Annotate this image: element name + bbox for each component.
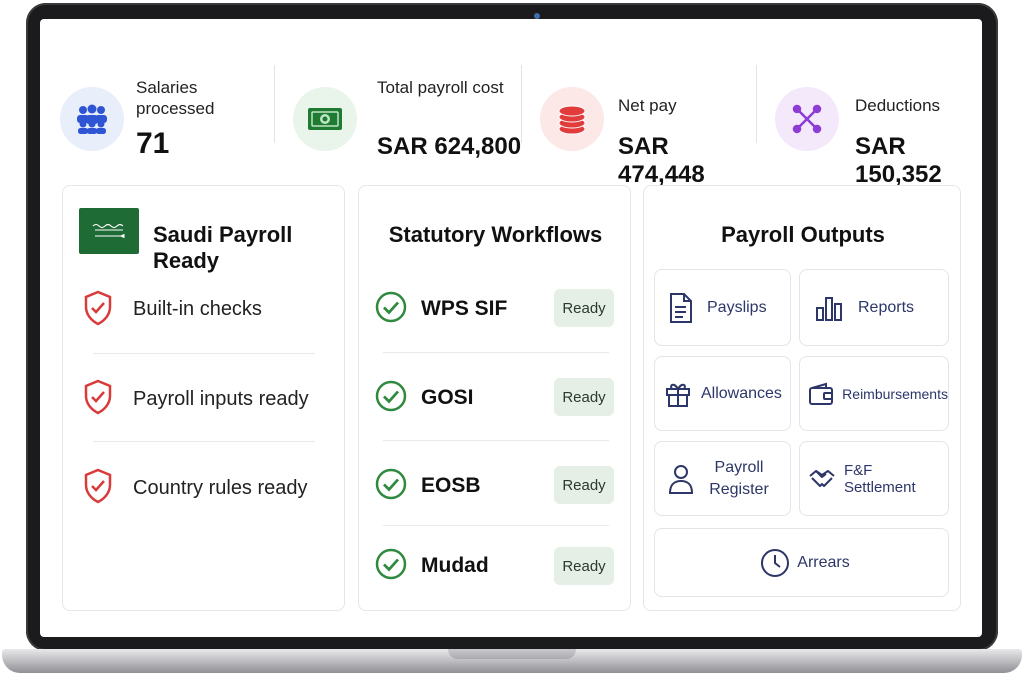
stat-label: Total payroll cost: [377, 78, 504, 97]
bar-chart-icon: [800, 294, 858, 322]
payroll-outputs-card: Payroll Outputs Payslips Reports Allowan…: [643, 185, 961, 611]
check-item-label: Built-in checks: [133, 298, 262, 320]
shield-check-icon: [83, 379, 113, 420]
card-title: Payroll Outputs: [721, 222, 885, 247]
network-icon: [775, 87, 839, 151]
status-badge: Ready: [554, 289, 614, 327]
check-circle-icon: [375, 548, 407, 585]
status-badge: Ready: [554, 378, 614, 416]
person-icon: [655, 463, 707, 495]
shield-check-icon: [83, 290, 113, 331]
divider: [383, 352, 609, 353]
dashboard-screen: Salaries processed 71 Total payroll cost…: [40, 19, 982, 637]
tile-label: F&F Settlement: [843, 461, 916, 496]
saudi-payroll-card: Saudi Payroll Ready Built-in checks Payr…: [62, 185, 345, 611]
ff-settlement-tile[interactable]: F&F Settlement: [799, 441, 949, 516]
document-icon: [655, 292, 707, 324]
workflow-name: EOSB: [421, 474, 481, 497]
coins-icon: [540, 87, 604, 151]
tile-label: Payslips: [707, 298, 767, 316]
saudi-flag-icon: [79, 208, 139, 254]
clock-icon: [753, 548, 797, 578]
stat-value: SAR 150,352: [855, 133, 942, 188]
status-badge: Ready: [554, 466, 614, 504]
payslips-tile[interactable]: Payslips: [654, 269, 791, 346]
stat-label: Deductions: [855, 96, 941, 115]
shield-check-icon: [83, 468, 113, 509]
tile-label: Reimbursements: [842, 385, 948, 402]
people-icon: [60, 87, 124, 151]
reports-tile[interactable]: Reports: [799, 269, 949, 346]
stat-deductions: Deductions SAR 150,352: [775, 67, 975, 188]
check-circle-icon: [375, 291, 407, 328]
divider: [93, 353, 315, 354]
check-circle-icon: [375, 380, 407, 417]
workflow-name: Mudad: [421, 554, 489, 577]
stat-value: SAR 624,800: [377, 133, 522, 160]
card-title: Saudi Payroll Ready: [153, 222, 293, 273]
statutory-workflows-card: Statutory Workflows WPS SIF Ready GOSI R…: [358, 185, 631, 611]
workflow-name: WPS SIF: [421, 297, 508, 320]
divider: [383, 440, 609, 441]
stat-value: 71: [136, 127, 170, 160]
gift-icon: [655, 380, 701, 408]
stat-net-pay: Net pay SAR 474,448: [540, 67, 760, 188]
tile-label: Payroll Register: [709, 458, 769, 498]
laptop-notch: [448, 649, 576, 659]
stat-divider: [274, 65, 275, 143]
stat-label: Net pay: [618, 96, 677, 115]
tile-label: Arrears: [797, 553, 850, 571]
stat-value: SAR 474,448: [618, 133, 705, 188]
stat-total-payroll-cost: Total payroll cost SAR 624,800: [293, 67, 533, 167]
tile-label: Reports: [858, 298, 915, 316]
workflow-name: GOSI: [421, 386, 474, 409]
allowances-tile[interactable]: Allowances: [654, 356, 791, 431]
divider: [383, 525, 609, 526]
reimbursements-tile[interactable]: Reimbursements: [799, 356, 949, 431]
check-circle-icon: [375, 468, 407, 505]
card-title: Statutory Workflows: [388, 222, 603, 247]
stat-divider: [756, 65, 757, 143]
tile-label: Allowances: [701, 384, 782, 402]
handshake-icon: [800, 467, 844, 491]
payroll-register-tile[interactable]: Payroll Register: [654, 441, 791, 516]
wallet-icon: [800, 382, 842, 406]
divider: [93, 441, 315, 442]
check-item-label: Country rules ready: [133, 477, 308, 499]
stat-label: Salaries processed: [136, 78, 215, 118]
check-item-label: Payroll inputs ready: [133, 388, 309, 410]
status-badge: Ready: [554, 547, 614, 585]
stat-salaries-processed: Salaries processed 71: [60, 67, 280, 167]
stat-divider: [521, 65, 522, 143]
arrears-tile[interactable]: Arrears: [654, 528, 949, 597]
banknote-icon: [293, 87, 357, 151]
